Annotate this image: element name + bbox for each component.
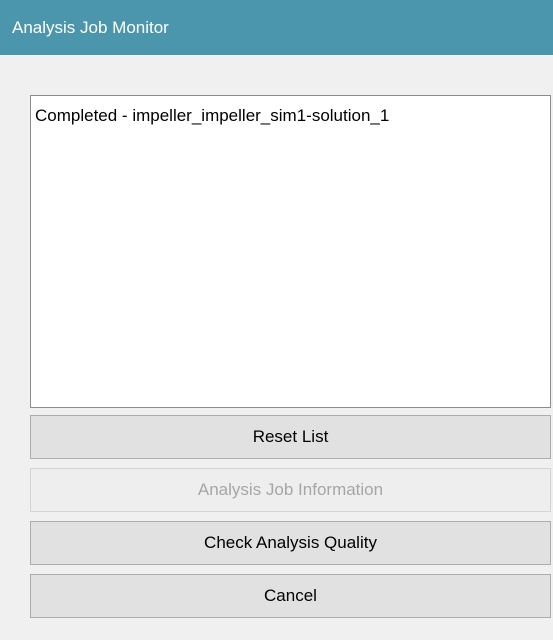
list-item[interactable]: Completed - impeller_impeller_sim1-solut… bbox=[31, 96, 550, 126]
job-list[interactable]: Completed - impeller_impeller_sim1-solut… bbox=[30, 95, 551, 408]
cancel-button[interactable]: Cancel bbox=[30, 574, 551, 618]
dialog-title[interactable]: Analysis Job Monitor bbox=[0, 0, 553, 55]
analysis-job-information-button[interactable]: Analysis Job Information bbox=[30, 468, 551, 512]
reset-list-button[interactable]: Reset List bbox=[30, 415, 551, 459]
check-analysis-quality-button[interactable]: Check Analysis Quality bbox=[30, 521, 551, 565]
analysis-job-monitor-dialog: Analysis Job Monitor Completed - impelle… bbox=[0, 0, 553, 640]
